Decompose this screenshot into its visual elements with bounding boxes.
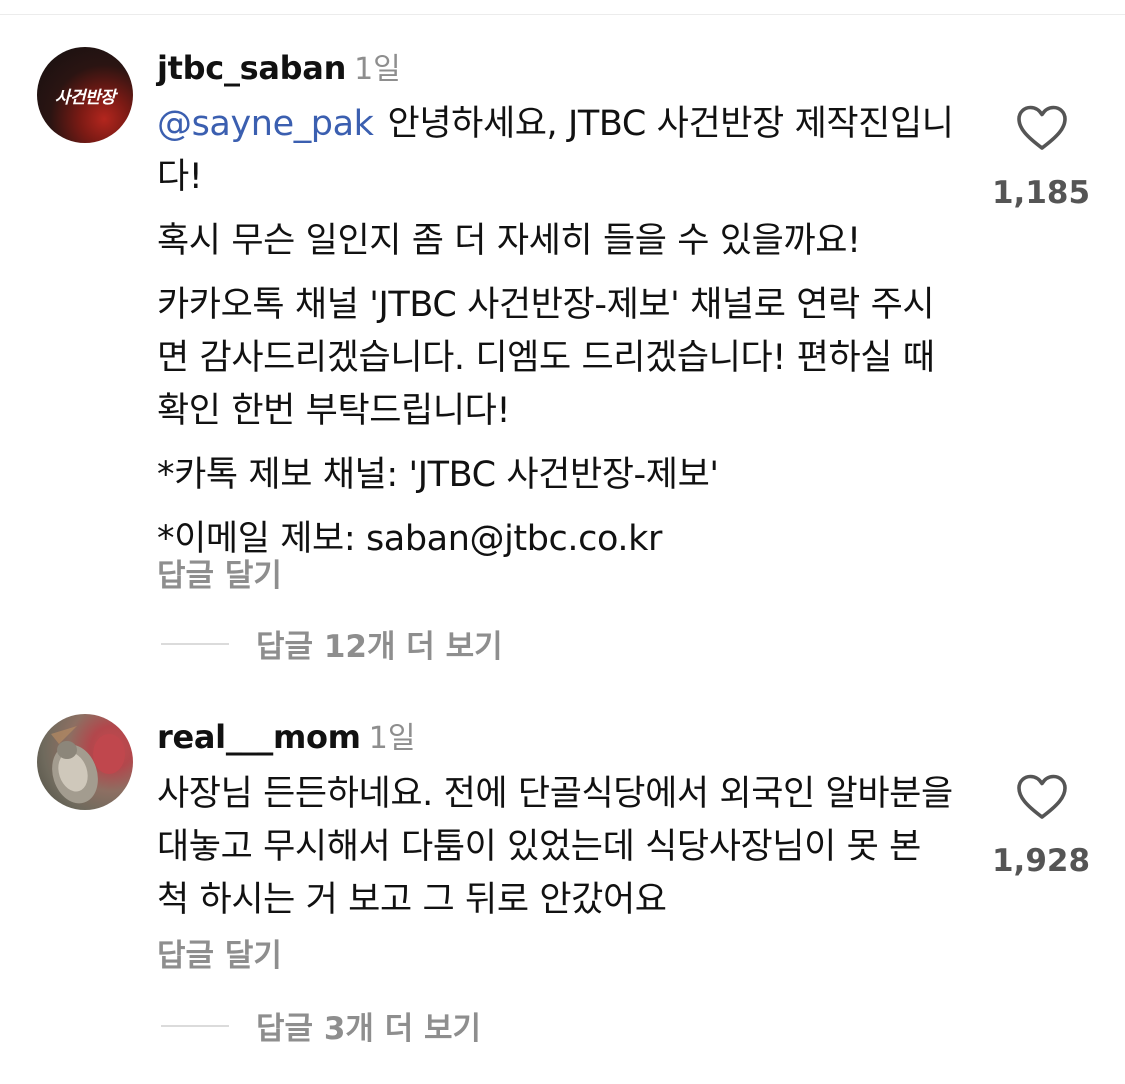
comment-time: 1일 (354, 52, 401, 87)
avatar-cat-image (51, 726, 125, 804)
username[interactable]: jtbc_saban (157, 49, 346, 87)
like-count: 1,928 (991, 843, 1091, 879)
comment-header: jtbc_saban 1일 (157, 44, 401, 88)
username[interactable]: real___mom (157, 718, 361, 756)
comment-paragraph: 카카오톡 채널 'JTBC 사건반장-제보' 채널로 연락 주시면 감사드리겠습… (157, 285, 935, 431)
replies-divider-line (161, 642, 229, 645)
comment-paragraph: *카톡 제보 채널: 'JTBC 사건반장-제보' (157, 455, 719, 495)
top-divider (0, 14, 1125, 15)
view-replies-button[interactable]: 답글 12개 더 보기 (161, 621, 503, 666)
comment-paragraph: 혹시 무슨 일인지 좀 더 자세히 들을 수 있을까요! (157, 221, 861, 261)
reply-button[interactable]: 답글 달기 (157, 930, 282, 975)
view-replies-button[interactable]: 답글 3개 더 보기 (161, 1003, 481, 1048)
like-count: 1,185 (991, 175, 1091, 211)
reply-button[interactable]: 답글 달기 (157, 550, 282, 595)
view-replies-label: 답글 12개 더 보기 (256, 629, 503, 665)
replies-divider-line (161, 1024, 229, 1027)
comment-time: 1일 (368, 721, 416, 756)
comment-header: real___mom 1일 (157, 713, 415, 757)
mention-link[interactable]: @sayne_pak (157, 104, 374, 144)
heart-outline-icon[interactable] (1016, 774, 1068, 820)
comment-paragraph: 사장님 든든하네요. 전에 단골식당에서 외국인 알바분을 대놓고 무시해서 다… (157, 774, 953, 920)
comment-text: 사장님 든든하네요. 전에 단골식당에서 외국인 알바분을 대놓고 무시해서 다… (157, 768, 957, 938)
avatar[interactable]: 사건반장 (37, 47, 133, 143)
comment-paragraph: @sayne_pak 안녕하세요, JTBC 사건반장 제작진입니다! (157, 98, 957, 204)
view-replies-label: 답글 3개 더 보기 (256, 1011, 482, 1047)
avatar[interactable] (37, 714, 133, 810)
avatar-logo-text: 사건반장 (54, 87, 116, 108)
heart-outline-icon[interactable] (1016, 105, 1068, 151)
comment-text: @sayne_pak 안녕하세요, JTBC 사건반장 제작진입니다! 혹시 무슨… (157, 98, 957, 577)
